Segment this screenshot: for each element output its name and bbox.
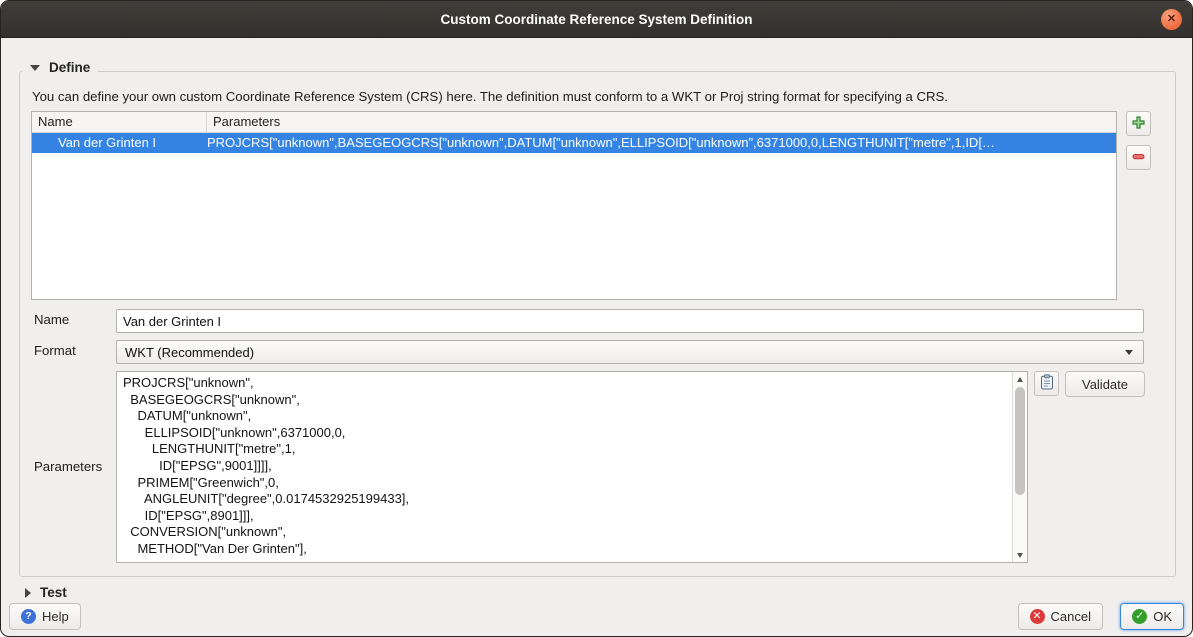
parameters-editor: PROJCRS["unknown", BASEGEOGCRS["unknown"… <box>116 371 1028 563</box>
cancel-button-label: Cancel <box>1051 609 1091 624</box>
define-collapse-header[interactable]: Define <box>22 60 98 75</box>
scrollbar-thumb[interactable] <box>1015 387 1025 495</box>
define-title: Define <box>49 60 90 75</box>
row-parameters-cell: PROJCRS["unknown",BASEGEOGCRS["unknown",… <box>207 133 1116 153</box>
close-button[interactable]: ✕ <box>1161 9 1182 30</box>
parameters-textarea[interactable]: PROJCRS["unknown", BASEGEOGCRS["unknown"… <box>117 372 1012 562</box>
ok-button[interactable]: ✓ OK <box>1120 603 1184 630</box>
row-name-cell: Van der Grinten I <box>32 133 207 153</box>
cancel-icon: ✕ <box>1030 609 1045 624</box>
table-row[interactable]: Van der Grinten I PROJCRS["unknown",BASE… <box>32 133 1116 153</box>
custom-crs-dialog: Custom Coordinate Reference System Defin… <box>0 0 1193 637</box>
ok-button-label: OK <box>1153 609 1172 624</box>
name-input[interactable] <box>116 309 1144 333</box>
format-selected-value: WKT (Recommended) <box>125 345 1125 360</box>
define-section: Define You can define your own custom Co… <box>19 71 1176 577</box>
titlebar: Custom Coordinate Reference System Defin… <box>1 1 1192 38</box>
crs-table-header: Name Parameters <box>32 112 1116 133</box>
format-label: Format <box>34 343 76 358</box>
parameters-label: Parameters <box>34 459 102 474</box>
help-icon: ? <box>21 609 36 624</box>
chevron-down-icon <box>1125 350 1133 355</box>
help-button[interactable]: ? Help <box>9 603 81 630</box>
scroll-down-icon[interactable] <box>1013 548 1027 562</box>
test-collapse-header[interactable]: Test <box>25 585 67 600</box>
remove-crs-button[interactable] <box>1126 145 1151 170</box>
close-icon: ✕ <box>1167 13 1176 25</box>
column-header-name[interactable]: Name <box>32 112 207 132</box>
crs-table: Name Parameters Van der Grinten I PROJCR… <box>31 111 1117 300</box>
validate-button[interactable]: Validate <box>1065 371 1145 397</box>
clipboard-icon <box>1040 374 1054 393</box>
define-description: You can define your own custom Coordinat… <box>32 89 1163 104</box>
scroll-up-icon[interactable] <box>1013 372 1027 386</box>
plus-icon <box>1132 116 1145 132</box>
window-title: Custom Coordinate Reference System Defin… <box>440 12 752 27</box>
collapse-collapsed-icon <box>25 588 31 598</box>
name-label: Name <box>34 312 69 327</box>
column-header-parameters[interactable]: Parameters <box>207 112 1116 132</box>
copy-parameters-button[interactable] <box>1034 371 1059 396</box>
collapse-expanded-icon <box>30 65 40 71</box>
minus-icon <box>1132 150 1145 166</box>
table-side-buttons <box>1126 111 1151 170</box>
add-crs-button[interactable] <box>1126 111 1151 136</box>
test-title: Test <box>40 585 67 600</box>
parameters-scrollbar[interactable] <box>1012 372 1027 562</box>
cancel-button[interactable]: ✕ Cancel <box>1018 603 1103 630</box>
format-select[interactable]: WKT (Recommended) <box>116 340 1144 364</box>
help-button-label: Help <box>42 609 69 624</box>
ok-icon: ✓ <box>1132 609 1147 624</box>
